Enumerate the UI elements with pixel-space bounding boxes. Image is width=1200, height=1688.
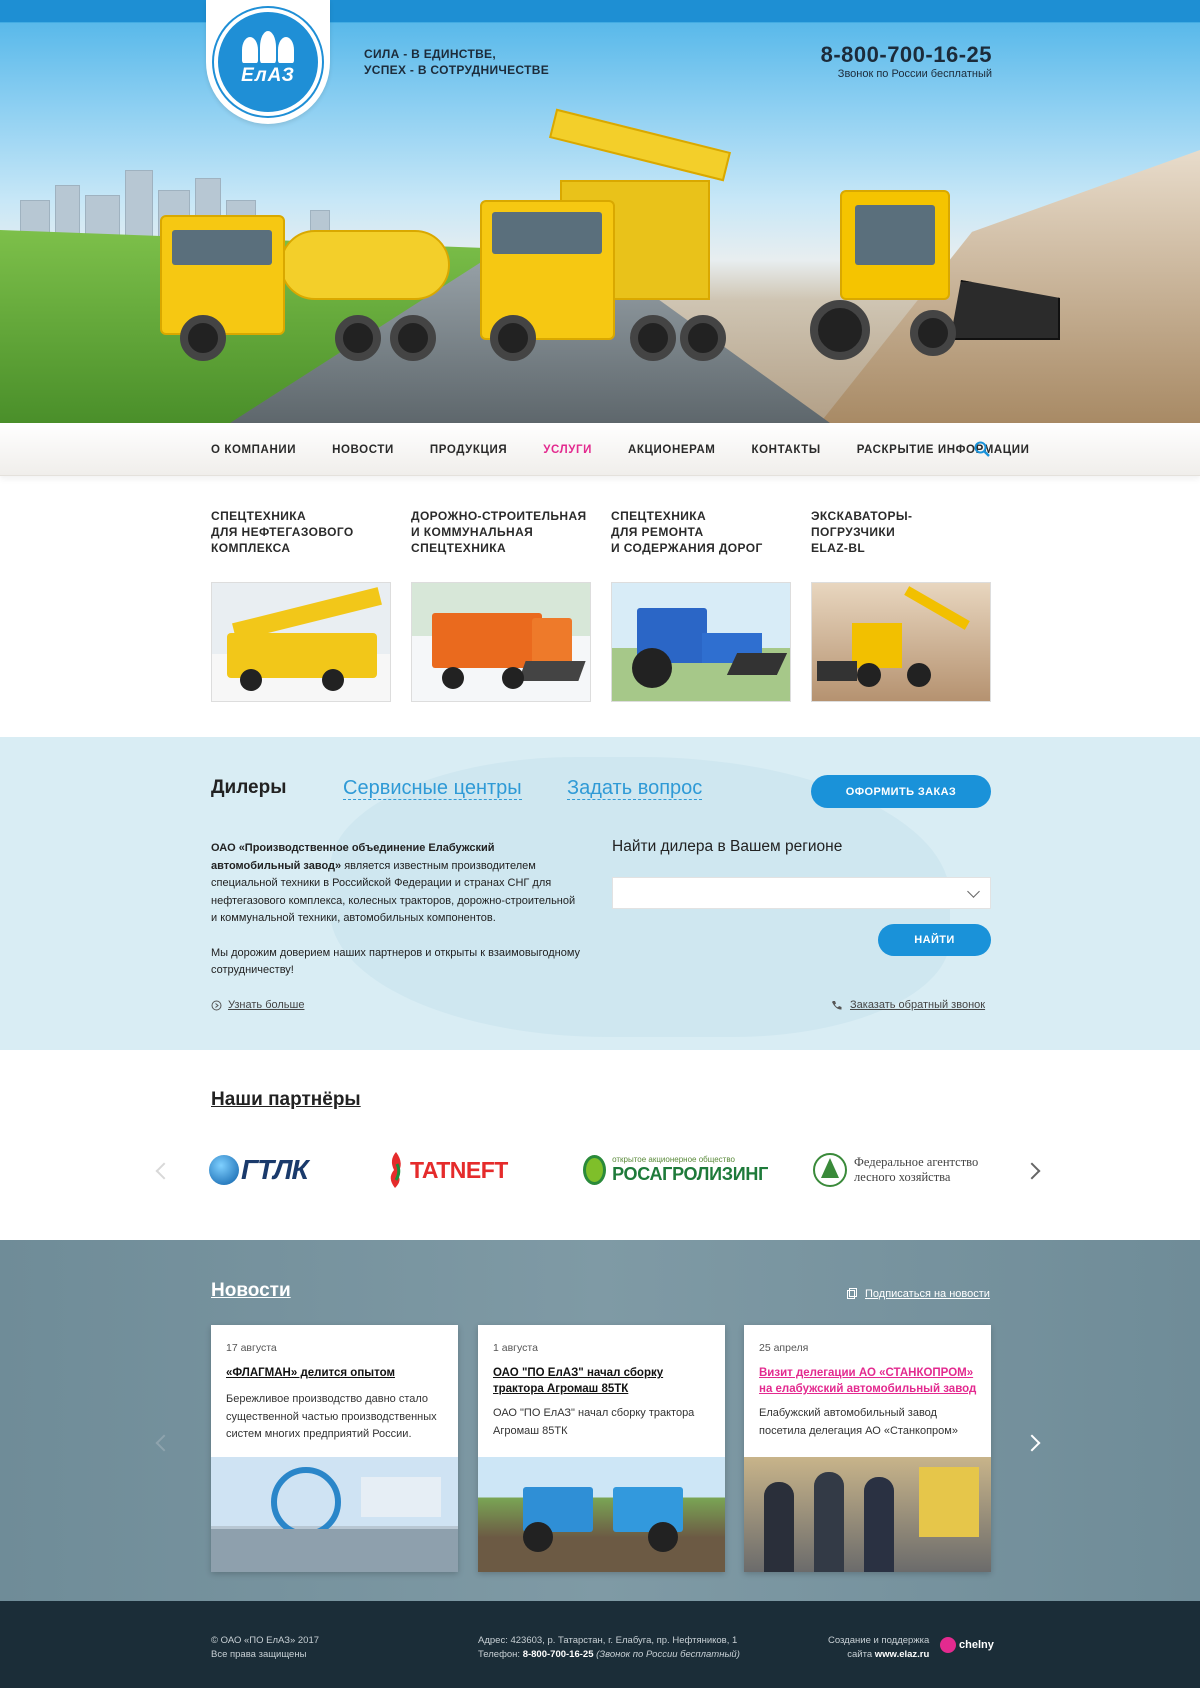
slogan-line-2: УСПЕХ - В СОТРУДНИЧЕСТВЕ xyxy=(364,63,550,77)
tab-dealers[interactable]: Дилеры xyxy=(211,777,286,799)
search-icon[interactable] xyxy=(974,441,990,457)
chevron-left-icon[interactable] xyxy=(155,1162,173,1180)
chevron-right-icon[interactable] xyxy=(1023,1162,1041,1180)
tree-emblem-icon xyxy=(813,1153,847,1187)
studio-logo[interactable]: chelny xyxy=(940,1637,994,1653)
logo-text: ЕлАЗ xyxy=(241,65,295,86)
service-excavators[interactable]: ЭКСКАВАТОРЫ-ПОГРУЗЧИКИ ELAZ-BL xyxy=(811,508,991,702)
leaf-circle-icon xyxy=(583,1155,607,1185)
footer-phone[interactable]: 8-800-700-16-25 xyxy=(523,1649,594,1660)
news-excerpt: ОАО "ПО ЕлАЗ" начал сборку трактора Агро… xyxy=(493,1407,695,1437)
top-bar xyxy=(0,0,1200,22)
news-card[interactable]: 1 августа ОАО "ПО ЕлАЗ" начал сборку тра… xyxy=(478,1325,725,1572)
backhoe-loader xyxy=(800,170,1080,370)
service-image-tractor[interactable] xyxy=(611,582,791,702)
service-title: СПЕЦТЕХНИКА ДЛЯ РЕМОНТА И СОДЕРЖАНИЯ ДОРОГ xyxy=(611,509,763,555)
globe-icon xyxy=(209,1155,239,1185)
service-image-drilling-rig[interactable] xyxy=(211,582,391,702)
rss-document-icon xyxy=(847,1288,857,1299)
phone-number[interactable]: 8-800-700-16-25 xyxy=(821,42,992,68)
tab-service-centers[interactable]: Сервисные центры xyxy=(343,777,522,800)
slogan: СИЛА - В ЕДИНСТВЕ, УСПЕХ - В СОТРУДНИЧЕС… xyxy=(364,46,549,78)
order-button[interactable]: ОФОРМИТЬ ЗАКАЗ xyxy=(811,775,991,808)
partner-logo-tatneft[interactable]: TATNEFT xyxy=(385,1140,540,1200)
chevron-down-icon xyxy=(967,885,980,898)
header-phone: 8-800-700-16-25 Звонок по России бесплат… xyxy=(821,42,992,80)
news-image-delegation xyxy=(744,1457,991,1572)
dealers-description: ОАО «Производственное объединение Елабуж… xyxy=(211,842,581,976)
callback-link[interactable]: Заказать обратный звонок xyxy=(850,999,985,1011)
nav-item-news[interactable]: НОВОСТИ xyxy=(332,444,394,456)
news-card[interactable]: 17 августа «ФЛАГМАН» делится опытом Бере… xyxy=(211,1325,458,1572)
subscribe-news-link[interactable]: Подписаться на новости xyxy=(865,1288,990,1300)
news-excerpt: Бережливое производство давно стало суще… xyxy=(226,1393,437,1440)
news-image-conference xyxy=(211,1457,458,1572)
partner-logo-gtlk[interactable]: ГТЛК xyxy=(209,1140,339,1200)
nav-item-disclosure[interactable]: РАСКРЫТИЕ ИНФОРМАЦИИ xyxy=(857,444,1030,456)
news-headline[interactable]: «ФЛАГМАН» делится опытом xyxy=(226,1365,448,1381)
nav-item-shareholders[interactable]: АКЦИОНЕРАМ xyxy=(628,444,715,456)
tab-ask-question[interactable]: Задать вопрос xyxy=(567,777,703,800)
news-date: 17 августа xyxy=(226,1342,277,1354)
find-button[interactable]: НАЙТИ xyxy=(878,924,991,956)
find-dealer-title: Найти дилера в Вашем регионе xyxy=(612,838,843,855)
news-excerpt: Елабужский автомобильный завод посетила … xyxy=(759,1407,958,1437)
news-image-tractors xyxy=(478,1457,725,1572)
main-nav: О КОМПАНИИ НОВОСТИ ПРОДУКЦИЯ УСЛУГИ АКЦИ… xyxy=(0,423,1200,476)
footer-copyright: © ОАО «ПО ЕлАЗ» 2017 Все права защищены xyxy=(211,1635,320,1660)
learn-more-link[interactable]: Узнать больше xyxy=(228,999,304,1011)
service-road-construction[interactable]: ДОРОЖНО-СТРОИТЕЛЬНАЯ И КОММУНАЛЬНАЯ СПЕЦТЕ… xyxy=(411,508,591,702)
footer: © ОАО «ПО ЕлАЗ» 2017 Все права защищены А… xyxy=(0,1601,1200,1688)
news-title: Новости xyxy=(211,1280,291,1301)
news-headline[interactable]: Визит делегации АО «СТАНКОПРОМ» на елабу… xyxy=(759,1365,981,1397)
logo[interactable]: ЕлАЗ xyxy=(206,0,330,124)
service-image-backhoe[interactable] xyxy=(811,582,991,702)
phone-note: Звонок по России бесплатный xyxy=(837,68,992,80)
nav-item-services[interactable]: УСЛУГИ xyxy=(543,444,592,456)
flame-icon xyxy=(390,1152,401,1188)
footer-contacts: Адрес: 423603, р. Татарстан, г. Елабуга,… xyxy=(478,1635,740,1660)
footer-developer: Создание и поддержка сайта www.elaz.ru xyxy=(828,1635,930,1660)
footer-site-link[interactable]: www.elaz.ru xyxy=(875,1649,930,1660)
service-title: СПЕЦТЕХНИКА ДЛЯ НЕФТЕГАЗОВОГО КОМПЛЕКСА xyxy=(211,509,354,555)
info-circle-icon xyxy=(211,1000,222,1011)
service-title: ДОРОЖНО-СТРОИТЕЛЬНАЯ И КОММУНАЛЬНАЯ СПЕЦТЕ… xyxy=(411,509,587,555)
service-oilgas[interactable]: СПЕЦТЕХНИКА ДЛЯ НЕФТЕГАЗОВОГО КОМПЛЕКСА xyxy=(211,508,391,702)
partner-logo-rosagroleasing[interactable]: открытое акционерное общество РОСАГРОЛИЗ… xyxy=(583,1140,768,1200)
news-headline[interactable]: ОАО "ПО ЕлАЗ" начал сборку трактора Агро… xyxy=(493,1365,715,1397)
partner-logo-forestry-agency[interactable]: Федеральное агентство лесного хозяйства xyxy=(812,1140,992,1200)
nav-item-contacts[interactable]: КОНТАКТЫ xyxy=(752,444,821,456)
service-road-repair[interactable]: СПЕЦТЕХНИКА ДЛЯ РЕМОНТА И СОДЕРЖАНИЯ ДОРОГ xyxy=(611,508,791,702)
slogan-line-1: СИЛА - В ЕДИНСТВЕ, xyxy=(364,47,496,61)
phone-icon xyxy=(832,1001,842,1010)
region-select[interactable] xyxy=(612,877,991,909)
news-card[interactable]: 25 апреля Визит делегации АО «СТАНКОПРОМ… xyxy=(744,1325,991,1572)
water-truck xyxy=(160,200,460,361)
studio-badge-icon xyxy=(940,1637,956,1653)
hero-banner: ЕлАЗ СИЛА - В ЕДИНСТВЕ, УСПЕХ - В СОТРУД… xyxy=(0,0,1200,423)
nav-item-products[interactable]: ПРОДУКЦИЯ xyxy=(430,444,507,456)
nav-item-about[interactable]: О КОМПАНИИ xyxy=(211,444,296,456)
partners-title: Наши партнёры xyxy=(211,1089,361,1110)
news-date: 25 апреля xyxy=(759,1342,809,1354)
news-date: 1 августа xyxy=(493,1342,538,1354)
service-title: ЭКСКАВАТОРЫ-ПОГРУЗЧИКИ ELAZ-BL xyxy=(811,509,913,555)
service-image-dump-truck[interactable] xyxy=(411,582,591,702)
drilling-truck xyxy=(470,108,740,370)
